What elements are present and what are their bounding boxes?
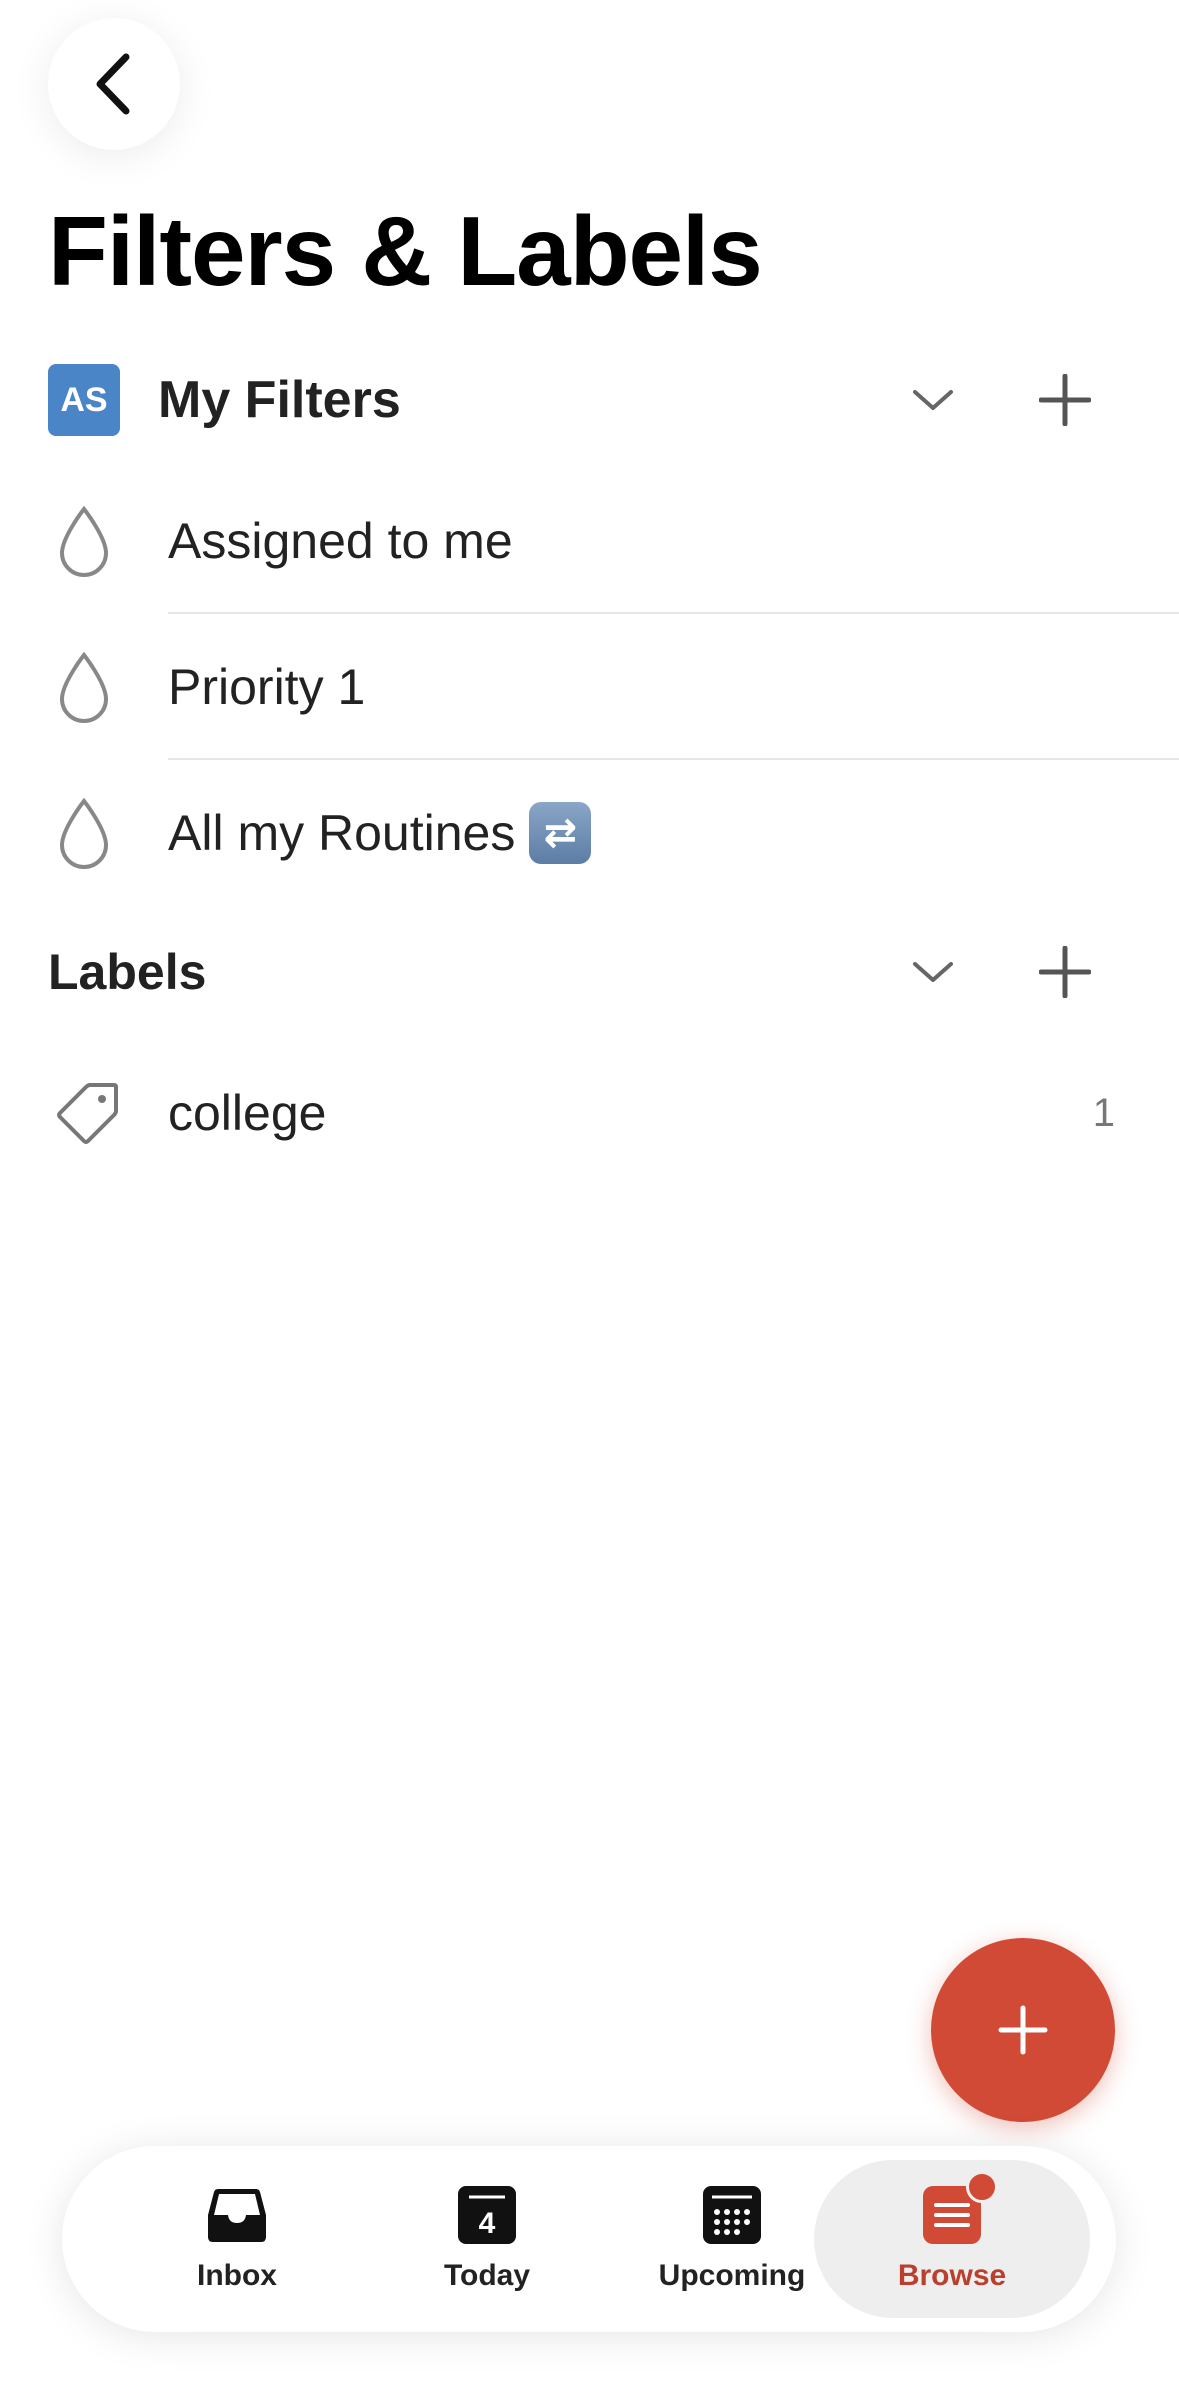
filter-item-label: All my Routines	[168, 805, 516, 861]
chevron-down-icon	[913, 390, 953, 410]
page-title: Filters & Labels	[48, 196, 763, 306]
add-task-fab[interactable]	[931, 1938, 1115, 2122]
chevron-down-icon	[913, 962, 953, 982]
drop-icon	[59, 505, 109, 577]
filters-section-title: My Filters	[158, 371, 401, 429]
labels-collapse-button[interactable]	[893, 932, 973, 1012]
filter-item-all-my-routines[interactable]: All my Routines ⇄	[0, 760, 1179, 906]
tab-inbox[interactable]: Inbox	[142, 2146, 332, 2332]
tab-label: Upcoming	[658, 2259, 806, 2292]
tab-today[interactable]: 4 Today	[392, 2146, 582, 2332]
filters-collapse-button[interactable]	[893, 360, 973, 440]
plus-icon	[1039, 374, 1091, 426]
filters-section-header[interactable]: AS My Filters	[48, 350, 1148, 450]
label-item-college[interactable]: college 1	[0, 1040, 1179, 1186]
tag-icon	[57, 1083, 118, 1144]
plus-icon	[1039, 946, 1091, 998]
chevron-left-icon	[96, 53, 130, 115]
tab-upcoming[interactable]: Upcoming	[622, 2146, 842, 2332]
labels-section-title: Labels	[48, 944, 207, 1000]
notification-badge	[966, 2171, 998, 2203]
repeat-emoji-icon: ⇄	[529, 801, 592, 864]
label-item-count: 1	[1092, 1091, 1115, 1135]
inbox-icon	[208, 2189, 266, 2242]
labels-section-header[interactable]: Labels	[48, 922, 1148, 1022]
filter-item-assigned-to-me[interactable]: Assigned to me	[0, 468, 1179, 614]
bottom-tab-bar: Inbox 4 Today Upcoming Browse	[62, 2146, 1116, 2332]
filter-item-text: All my Routines ⇄	[168, 760, 592, 906]
calendar-today-icon: 4	[458, 2186, 516, 2244]
add-label-button[interactable]	[1025, 932, 1105, 1012]
label-item-label: college	[168, 1085, 327, 1141]
today-date: 4	[479, 2207, 496, 2240]
filter-item-priority-1[interactable]: Priority 1	[0, 614, 1179, 760]
avatar: AS	[48, 364, 120, 436]
filter-item-label: Priority 1	[168, 659, 366, 715]
plus-icon	[998, 2005, 1048, 2055]
back-button[interactable]	[48, 18, 180, 150]
tab-label: Browse	[897, 2259, 1007, 2292]
drop-icon	[59, 651, 109, 723]
calendar-grid-icon	[703, 2186, 761, 2244]
drop-icon	[59, 797, 109, 869]
tab-label: Inbox	[197, 2259, 277, 2292]
add-filter-button[interactable]	[1025, 360, 1105, 440]
filter-item-label: Assigned to me	[168, 513, 513, 569]
tab-browse[interactable]: Browse	[814, 2160, 1090, 2318]
tab-label: Today	[443, 2259, 531, 2292]
